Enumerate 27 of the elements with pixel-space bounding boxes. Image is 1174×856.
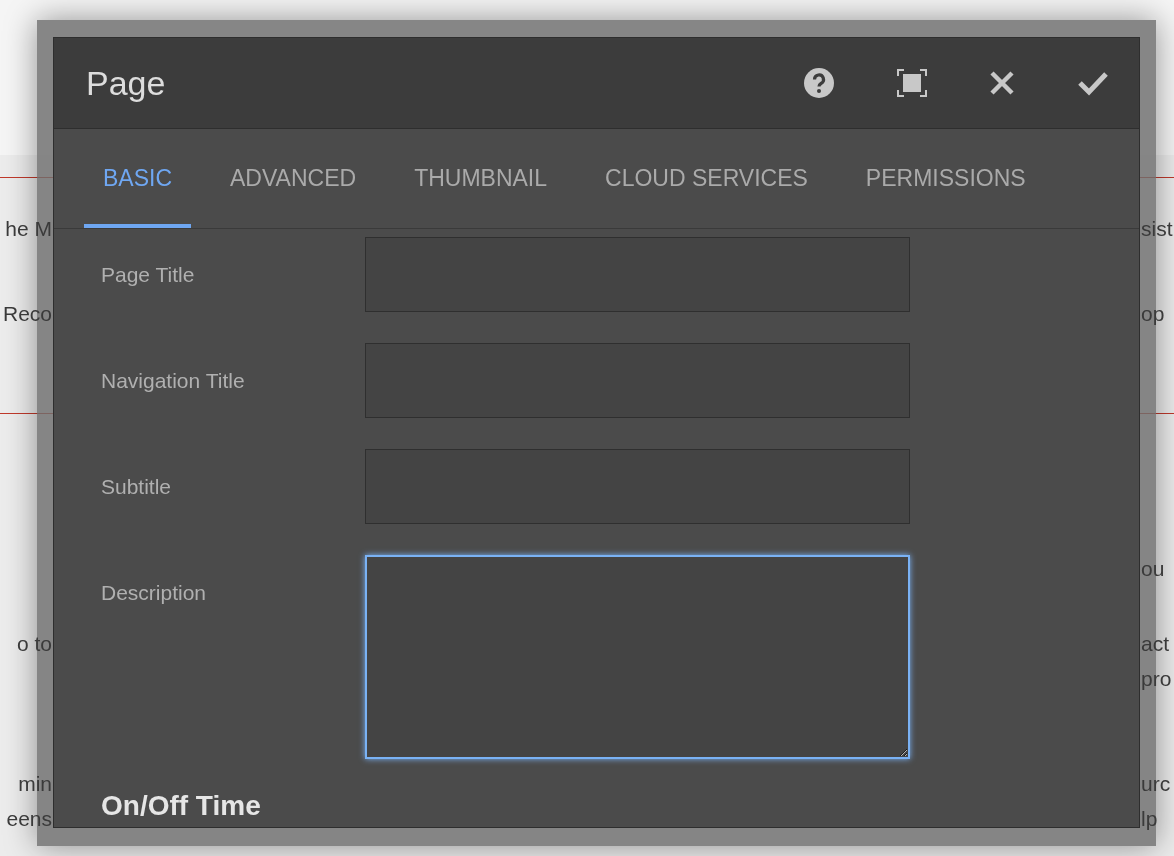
- page-text: eens: [6, 806, 52, 832]
- tab[interactable]: BASIC: [84, 129, 192, 228]
- page-text: he M: [5, 216, 52, 242]
- close-icon[interactable]: [989, 70, 1015, 96]
- field-label: Description: [101, 580, 208, 605]
- page-text: min: [18, 771, 52, 797]
- tab[interactable]: ADVANCED: [211, 129, 376, 228]
- page-text: lp: [1141, 806, 1158, 832]
- page-text: urc: [1141, 771, 1171, 797]
- page-text: pro: [1141, 666, 1172, 692]
- page-text: Reco: [2, 301, 52, 327]
- dialog-title: Page: [86, 63, 166, 103]
- help-icon[interactable]: [803, 67, 835, 99]
- text-area[interactable]: [365, 555, 910, 759]
- field-label: Navigation Title: [101, 368, 246, 393]
- tab[interactable]: THUMBNAIL: [395, 129, 567, 228]
- input-field[interactable]: [365, 237, 910, 312]
- field-label: Page Title: [101, 262, 196, 287]
- fullscreen-icon[interactable]: [897, 69, 927, 97]
- input-field[interactable]: [365, 343, 910, 418]
- section-heading: On/Off Time: [101, 790, 262, 822]
- field-label: Subtitle: [101, 474, 173, 499]
- input-field[interactable]: [365, 449, 910, 524]
- checkmark-icon[interactable]: [1077, 70, 1109, 96]
- tab[interactable]: CLOUD SERVICES: [586, 129, 827, 228]
- page-text: sist: [1141, 216, 1173, 242]
- tab[interactable]: PERMISSIONS: [846, 129, 1045, 228]
